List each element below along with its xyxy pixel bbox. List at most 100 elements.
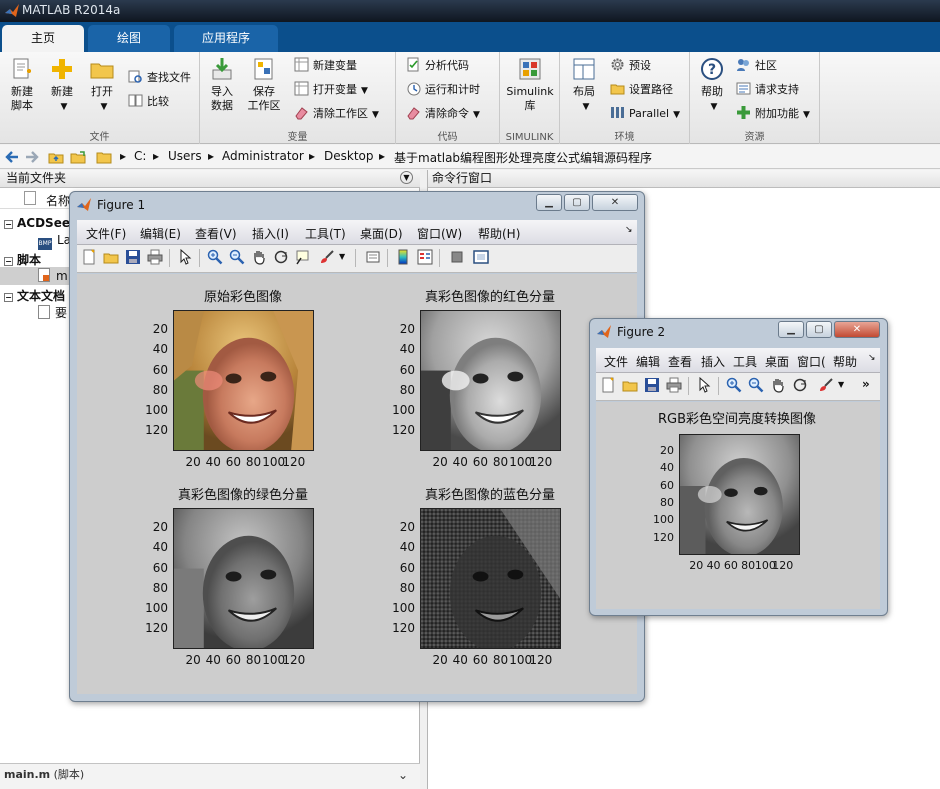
pan-hand-icon[interactable]	[770, 377, 786, 393]
close-button[interactable]: ✕	[834, 321, 880, 338]
collapse-icon[interactable]: −	[4, 220, 13, 229]
print-icon[interactable]	[147, 249, 163, 265]
axes-red-channel[interactable]	[420, 310, 561, 451]
breadcrumb-desktop[interactable]: Desktop	[324, 149, 374, 163]
menu-window[interactable]: 窗口(W)	[417, 225, 462, 242]
menu-edit[interactable]: 编辑	[636, 353, 660, 370]
axes-luminance[interactable]	[679, 434, 800, 555]
menu-edit[interactable]: 编辑(E)	[140, 225, 181, 242]
clear-commands-button[interactable]: 清除命令 ▼	[406, 104, 480, 124]
open-button[interactable]: 打开 ▼	[82, 56, 122, 114]
data-cursor-icon[interactable]	[295, 249, 311, 265]
open-file-icon[interactable]	[622, 377, 638, 393]
legend-icon[interactable]	[417, 249, 433, 265]
chevron-down-icon[interactable]: ▼	[838, 377, 854, 393]
save-icon[interactable]	[125, 249, 141, 265]
colorbar-icon[interactable]	[395, 249, 411, 265]
help-button[interactable]: ? 帮助 ▼	[692, 56, 732, 114]
forward-arrow-icon[interactable]	[24, 149, 40, 165]
print-icon[interactable]	[666, 377, 682, 393]
breadcrumb-administrator[interactable]: Administrator	[222, 149, 304, 163]
clear-workspace-button[interactable]: 清除工作区 ▼	[294, 104, 379, 124]
tree-group-scripts[interactable]: − 脚本	[4, 251, 41, 268]
zoom-in-icon[interactable]	[207, 249, 223, 265]
new-script-button[interactable]: 新建 脚本	[2, 56, 42, 113]
set-path-button[interactable]: 设置路径	[610, 80, 673, 100]
zoom-out-icon[interactable]	[229, 249, 245, 265]
pan-hand-icon[interactable]	[251, 249, 267, 265]
show-plot-tools-icon[interactable]	[473, 249, 489, 265]
tree-file-bmp[interactable]: BMP La	[38, 233, 71, 250]
rotate-3d-icon[interactable]	[273, 249, 289, 265]
menu-insert[interactable]: 插入(I)	[252, 225, 289, 242]
run-and-time-button[interactable]: 运行和计时	[406, 80, 480, 100]
simulink-library-button[interactable]: Simulink 库	[504, 56, 556, 113]
hide-plot-tools-icon[interactable]	[449, 249, 465, 265]
menu-desktop[interactable]: 桌面	[765, 353, 789, 370]
rotate-3d-icon[interactable]	[792, 377, 808, 393]
breadcrumb-users[interactable]: Users	[168, 149, 202, 163]
collapse-icon[interactable]: −	[4, 257, 13, 266]
save-icon[interactable]	[644, 377, 660, 393]
compare-button[interactable]: 比较	[128, 92, 169, 112]
back-arrow-icon[interactable]	[4, 149, 20, 165]
new-figure-icon[interactable]	[600, 377, 616, 393]
dock-arrow-icon[interactable]: ↘	[868, 353, 876, 363]
tab-home[interactable]: 主页	[2, 25, 84, 52]
menu-tools[interactable]: 工具	[733, 353, 757, 370]
brush-icon[interactable]	[319, 249, 335, 265]
minimize-button[interactable]: ▁	[536, 194, 562, 211]
open-file-icon[interactable]	[103, 249, 119, 265]
save-workspace-button[interactable]: 保存 工作区	[244, 56, 284, 113]
chevron-down-icon[interactable]: ⌄	[398, 764, 408, 786]
axes-original-color[interactable]	[173, 310, 314, 451]
breadcrumb-drive[interactable]: C:	[134, 149, 146, 163]
panel-menu-icon[interactable]: ▼	[400, 171, 413, 184]
browse-folder-icon[interactable]	[70, 149, 86, 165]
request-support-button[interactable]: 请求支持	[736, 80, 799, 100]
menu-tools[interactable]: 工具(T)	[305, 225, 346, 242]
menu-help[interactable]: 帮助(H)	[478, 225, 520, 242]
axes-blue-channel[interactable]	[420, 508, 561, 649]
up-folder-icon[interactable]	[48, 149, 64, 165]
analyze-code-button[interactable]: 分析代码	[406, 56, 469, 76]
menu-view[interactable]: 查看(V)	[195, 225, 237, 242]
parallel-button[interactable]: Parallel ▼	[610, 104, 680, 124]
maximize-button[interactable]: ▢	[806, 321, 832, 338]
tab-plots[interactable]: 绘图	[88, 25, 170, 52]
close-button[interactable]: ✕	[592, 194, 638, 211]
link-plot-icon[interactable]	[365, 249, 381, 265]
pointer-icon[interactable]	[177, 249, 193, 265]
zoom-in-icon[interactable]	[726, 377, 742, 393]
minimize-button[interactable]: ▁	[778, 321, 804, 338]
toolbar-overflow-icon[interactable]: »	[862, 377, 878, 393]
menu-insert[interactable]: 插入	[701, 353, 725, 370]
tree-group-text-docs[interactable]: − 文本文档	[4, 287, 65, 304]
breadcrumb-project-folder[interactable]: 基于matlab编程图形处理亮度公式编辑源码程序	[394, 149, 652, 166]
figure-1-titlebar[interactable]: Figure 1 ▁ ▢ ✕	[70, 192, 644, 218]
collapse-icon[interactable]: −	[4, 293, 13, 302]
figure-2-titlebar[interactable]: Figure 2 ▁ ▢ ✕	[590, 319, 887, 345]
menu-view[interactable]: 查看	[668, 353, 692, 370]
axes-green-channel[interactable]	[173, 508, 314, 649]
tree-file-text[interactable]: 要	[38, 304, 67, 321]
addons-button[interactable]: 附加功能 ▼	[736, 104, 810, 124]
chevron-down-icon[interactable]: ▼	[339, 249, 355, 265]
menu-file[interactable]: 文件	[604, 353, 628, 370]
zoom-out-icon[interactable]	[748, 377, 764, 393]
menu-window[interactable]: 窗口(	[797, 353, 826, 370]
pointer-icon[interactable]	[696, 377, 712, 393]
menu-file[interactable]: 文件(F)	[86, 225, 126, 242]
import-data-button[interactable]: 导入 数据	[202, 56, 242, 113]
find-files-button[interactable]: 查找文件	[128, 68, 191, 88]
brush-icon[interactable]	[818, 377, 834, 393]
new-figure-icon[interactable]	[81, 249, 97, 265]
menu-desktop[interactable]: 桌面(D)	[360, 225, 403, 242]
dock-arrow-icon[interactable]: ↘	[625, 225, 633, 235]
tree-group-acdsee[interactable]: − ACDSee	[4, 216, 70, 230]
new-button[interactable]: 新建 ▼	[42, 56, 82, 114]
column-name-label[interactable]: 名称	[46, 192, 70, 209]
maximize-button[interactable]: ▢	[564, 194, 590, 211]
community-button[interactable]: 社区	[736, 56, 777, 76]
open-variable-button[interactable]: 打开变量 ▼	[294, 80, 368, 100]
